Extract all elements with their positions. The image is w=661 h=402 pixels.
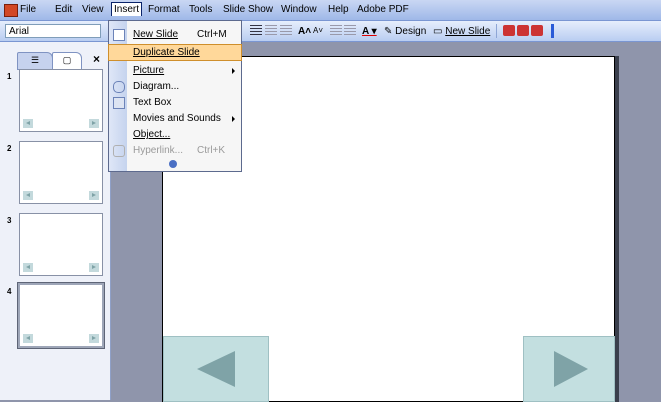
- menu-tools[interactable]: Tools: [189, 4, 212, 15]
- numbering-icon[interactable]: [280, 25, 292, 36]
- next-arrow-icon: [89, 191, 99, 200]
- slide-thumbnail-3[interactable]: [19, 213, 103, 276]
- prev-arrow-icon: [23, 119, 33, 128]
- slide-number: 2: [7, 144, 12, 153]
- menu-item-label: New Slide: [133, 29, 179, 40]
- menu-window[interactable]: Window: [281, 4, 317, 15]
- increase-indent-icon[interactable]: [344, 25, 356, 36]
- menu-item-hyperlink: Hyperlink... Ctrl+K: [109, 143, 241, 158]
- menu-item-movies-and-sounds[interactable]: Movies and Sounds: [109, 111, 241, 126]
- increase-font-icon[interactable]: A˄: [298, 26, 311, 37]
- next-arrow-icon: [89, 119, 99, 128]
- menu-slide-show[interactable]: Slide Show: [223, 4, 273, 15]
- insert-menu: New Slide Ctrl+M Duplicate Slide Picture…: [108, 20, 242, 172]
- menu-item-label: Movies and Sounds: [133, 113, 221, 124]
- align-right-icon[interactable]: [265, 25, 277, 36]
- toolbar-grip: [551, 24, 554, 38]
- slide-thumbnail-4[interactable]: [17, 282, 105, 349]
- menu-insert[interactable]: Insert: [111, 2, 143, 16]
- diagram-icon: [113, 81, 125, 93]
- toolbar-separator: [496, 24, 497, 38]
- decrease-indent-icon[interactable]: [330, 25, 342, 36]
- new-slide-button[interactable]: ▭ New Slide: [433, 26, 490, 37]
- decrease-font-icon[interactable]: A˅: [313, 26, 323, 35]
- slide-thumbnail-2[interactable]: [19, 141, 103, 204]
- pdf-review-icon[interactable]: [531, 25, 543, 36]
- menu-item-new-slide[interactable]: New Slide Ctrl+M: [109, 27, 241, 42]
- slide-number: 1: [7, 72, 12, 81]
- slide-thumbnail-1[interactable]: [19, 69, 103, 132]
- menu-item-label: Text Box: [133, 97, 172, 108]
- menu-view[interactable]: View: [82, 4, 104, 15]
- menu-item-object[interactable]: Object...: [109, 127, 241, 142]
- design-button[interactable]: ✎ Design: [384, 26, 426, 37]
- new-slide-icon: [113, 29, 125, 41]
- pdf-convert-icon[interactable]: [503, 25, 515, 36]
- tab-outline[interactable]: ☰: [17, 52, 53, 70]
- prev-arrow-icon: [23, 191, 33, 200]
- font-color-icon[interactable]: A ▾: [362, 26, 377, 37]
- design-label: Design: [395, 26, 427, 37]
- previous-slide-button[interactable]: [163, 336, 269, 402]
- font-name-box[interactable]: Arial: [5, 24, 101, 38]
- menu-edit[interactable]: Edit: [55, 4, 72, 15]
- menu-format[interactable]: Format: [148, 4, 180, 15]
- menu-file[interactable]: File: [20, 4, 36, 15]
- menu-help[interactable]: Help: [328, 4, 349, 15]
- menu-item-picture[interactable]: Picture: [109, 63, 241, 78]
- pdf-email-icon[interactable]: [517, 25, 529, 36]
- prev-arrow-icon: [23, 334, 33, 343]
- close-pane-button[interactable]: ×: [93, 52, 100, 66]
- menu-item-shortcut: Ctrl+M: [197, 29, 227, 40]
- hyperlink-icon: [113, 145, 125, 157]
- menu-bar: File Edit View Insert Format Tools Slide…: [0, 0, 661, 21]
- menu-item-duplicate-slide[interactable]: Duplicate Slide: [108, 44, 242, 61]
- slide-number: 4: [7, 287, 12, 296]
- submenu-arrow-icon: [232, 68, 235, 74]
- text-box-icon: [113, 97, 125, 109]
- next-arrow-icon: [89, 334, 99, 343]
- menu-item-label: Object...: [133, 129, 171, 140]
- submenu-arrow-icon: [232, 116, 235, 122]
- menu-adobe-pdf[interactable]: Adobe PDF: [357, 4, 409, 15]
- menu-item-diagram[interactable]: Diagram...: [109, 79, 241, 94]
- menu-item-label: Diagram...: [133, 81, 180, 92]
- slide-number: 3: [7, 216, 12, 225]
- menu-item-label: Picture: [133, 65, 165, 76]
- app-icon[interactable]: [4, 4, 18, 17]
- left-arrow-icon: [197, 351, 235, 387]
- new-slide-label: New Slide: [445, 26, 491, 37]
- right-arrow-icon: [554, 351, 588, 387]
- menu-item-label: Hyperlink...: [133, 145, 184, 156]
- next-arrow-icon: [89, 263, 99, 272]
- menu-item-text-box[interactable]: Text Box: [109, 95, 241, 110]
- next-slide-button[interactable]: [523, 336, 615, 402]
- menu-item-shortcut: Ctrl+K: [197, 145, 226, 156]
- slides-icon: ▢: [62, 55, 72, 65]
- menu-item-label: Duplicate Slide: [133, 47, 200, 58]
- align-center-icon[interactable]: [250, 25, 262, 36]
- expand-menu-icon[interactable]: [169, 160, 177, 168]
- prev-arrow-icon: [23, 263, 33, 272]
- outline-icon: ☰: [30, 55, 40, 65]
- tab-slides[interactable]: ▢: [52, 52, 82, 70]
